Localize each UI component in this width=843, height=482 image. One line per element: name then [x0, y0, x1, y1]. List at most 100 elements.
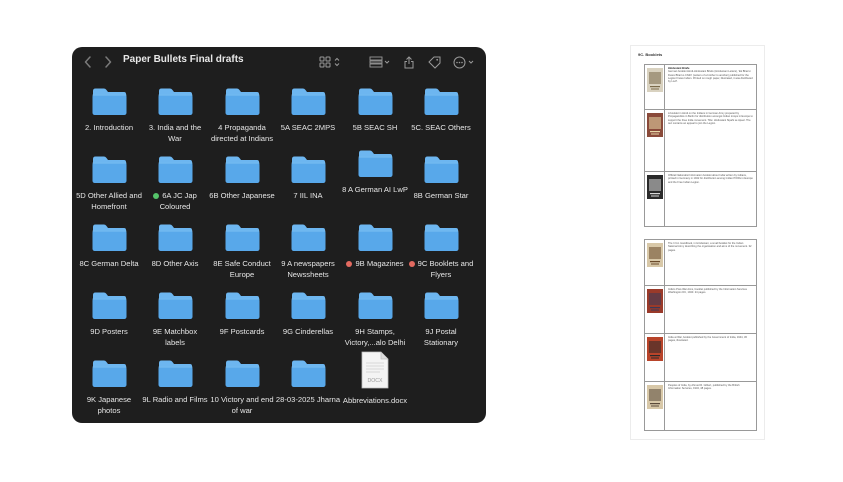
- folder-item[interactable]: 9C Booklets and Flyers: [408, 223, 474, 280]
- folder-item[interactable]: 10 Victory and end of war: [209, 359, 275, 416]
- doc-thumb-cell: [645, 286, 665, 333]
- folder-icon: [357, 223, 394, 252]
- item-label: 9K Japanese photos: [76, 394, 142, 416]
- item-label: 5B SEAC SH: [342, 122, 408, 133]
- folder-item[interactable]: 9E Matchbox labels: [142, 291, 208, 348]
- folder-icon: [224, 223, 261, 252]
- folder-item[interactable]: 8 A German AI LwP: [342, 149, 408, 195]
- document-preview: 9C. Booklets Hindustani Briefe German boo…: [630, 45, 765, 440]
- doc-thumb-cell: [645, 110, 665, 171]
- folder-item[interactable]: 4 Propaganda directed at Indians: [209, 87, 275, 144]
- doc-text: Peoples of India, by Ahmed R. Gilbert, p…: [665, 382, 756, 430]
- doc-row-text: The I.N.A. Handbook, in Hindustani, a sm…: [668, 242, 752, 252]
- folder-icon: [290, 223, 327, 252]
- doc-text: Hindustani Briefe German booklet Hindi-Hi…: [665, 65, 756, 109]
- folder-item[interactable]: 9B Magazines: [342, 223, 408, 269]
- booklet-thumbnail-image: [647, 337, 663, 366]
- doc-row: India's Post-War Aims, booklet published…: [645, 286, 756, 334]
- folder-item[interactable]: 6B Other Japanese: [209, 155, 275, 201]
- item-label-text: 9J Postal Stationary: [423, 327, 459, 347]
- folder-icon: [157, 223, 194, 252]
- folder-icon: [91, 155, 128, 184]
- booklet-thumbnail-image: [647, 243, 663, 272]
- booklet-thumbnail-image: [647, 289, 663, 318]
- folder-item[interactable]: 8E Safe Conduct Europe: [209, 223, 275, 280]
- folder-item[interactable]: 9H Stamps, Victory,...alo Delhi: [342, 291, 408, 348]
- folder-item[interactable]: 5B SEAC SH: [342, 87, 408, 133]
- doc-row-text: India at War, booklet published by the G…: [668, 336, 747, 343]
- folder-icon: [290, 359, 327, 388]
- doc-row: Official Nationalist Information booklet…: [645, 172, 756, 226]
- item-label-text: 9G Cinderellas: [282, 327, 334, 336]
- folder-icon: [290, 155, 327, 184]
- folder-item[interactable]: 6A JC Jap Coloured: [142, 155, 208, 212]
- booklet-thumbnail-image: [647, 113, 663, 142]
- chevron-right-icon[interactable]: [101, 53, 115, 71]
- item-label: 28-03-2025 Jharna: [275, 394, 341, 405]
- item-label: 6B Other Japanese: [209, 190, 275, 201]
- item-label: 9B Magazines: [342, 258, 408, 269]
- folder-item[interactable]: 8C German Delta: [76, 223, 142, 269]
- folder-item[interactable]: 9G Cinderellas: [275, 291, 341, 337]
- item-label: 9F Postcards: [209, 326, 275, 337]
- item-label: 5D Other Allied and Homefront: [76, 190, 142, 212]
- folder-item[interactable]: 9L Radio and Films: [142, 359, 208, 405]
- item-label-text: 5B SEAC SH: [352, 123, 398, 132]
- folder-item[interactable]: 28-03-2025 Jharna: [275, 359, 341, 405]
- item-label-text: 9H Stamps, Victory,...alo Delhi: [344, 327, 406, 347]
- folder-icon: [157, 87, 194, 116]
- folder-icon: [224, 87, 261, 116]
- item-label-text: 9L Radio and Films: [142, 395, 208, 404]
- more-icon[interactable]: [452, 53, 478, 71]
- folder-item[interactable]: 5A SEAC 2MPS: [275, 87, 341, 133]
- item-label-text: 3. India and the War: [148, 123, 202, 143]
- item-label-text: 10 Victory and end of war: [210, 395, 274, 415]
- item-label: 9 A newspapers Newssheets: [275, 258, 341, 280]
- item-label: 9J Postal Stationary: [408, 326, 474, 348]
- grid-view-icon[interactable]: [318, 53, 342, 71]
- item-label: 8 A German AI LwP: [342, 184, 408, 195]
- folder-icon: [157, 155, 194, 184]
- item-label-text: 9E Matchbox labels: [152, 327, 198, 347]
- folder-icon: [91, 87, 128, 116]
- folder-icon: [423, 291, 460, 320]
- item-label: 8E Safe Conduct Europe: [209, 258, 275, 280]
- group-by-icon[interactable]: [368, 53, 392, 71]
- folder-item[interactable]: 8D Other Axis: [142, 223, 208, 269]
- finder-window: Paper Bullets Final drafts 2. Introducti…: [72, 47, 486, 423]
- doc-text: A booklet in Hindi on the Indians in Ger…: [665, 110, 756, 171]
- folder-icon: [290, 87, 327, 116]
- doc-text: India at War, booklet published by the G…: [665, 334, 756, 381]
- doc-row-text: Peoples of India, by Ahmed R. Gilbert, p…: [668, 384, 740, 391]
- item-label-text: 2. Introduction: [84, 123, 134, 132]
- doc-thumb-cell: [645, 382, 665, 430]
- chevron-left-icon[interactable]: [81, 53, 95, 71]
- document-icon: DOCX: [360, 351, 390, 389]
- folder-item[interactable]: 5C. SEAC Others: [408, 87, 474, 133]
- doc-text: The I.N.A. Handbook, in Hindustani, a sm…: [665, 240, 756, 285]
- folder-item[interactable]: 9D Posters: [76, 291, 142, 337]
- share-icon[interactable]: [402, 53, 416, 71]
- folder-item[interactable]: 9K Japanese photos: [76, 359, 142, 416]
- folder-item[interactable]: 2. Introduction: [76, 87, 142, 133]
- item-label: Abbreviations.docx: [342, 395, 408, 406]
- item-label-text: 8B German Star: [413, 191, 469, 200]
- folder-item[interactable]: 5D Other Allied and Homefront: [76, 155, 142, 212]
- doc-table-top: Hindustani Briefe German booklet Hindi-Hi…: [644, 64, 757, 227]
- folder-item[interactable]: 7 IIL INA: [275, 155, 341, 201]
- folder-icon: [157, 359, 194, 388]
- tag-icon[interactable]: [426, 53, 442, 71]
- folder-item[interactable]: 8B German Star: [408, 155, 474, 201]
- item-label: 4 Propaganda directed at Indians: [209, 122, 275, 144]
- item-label-text: 5A SEAC 2MPS: [280, 123, 336, 132]
- folder-item[interactable]: 9 A newspapers Newssheets: [275, 223, 341, 280]
- folder-item[interactable]: 3. India and the War: [142, 87, 208, 144]
- file-item[interactable]: DOCX Abbreviations.docx: [342, 351, 408, 406]
- doc-thumb-cell: [645, 172, 665, 226]
- folder-icon: [357, 149, 394, 178]
- doc-text: India's Post-War Aims, booklet published…: [665, 286, 756, 333]
- item-label: 5A SEAC 2MPS: [275, 122, 341, 133]
- doc-thumb-cell: [645, 65, 665, 109]
- folder-item[interactable]: 9J Postal Stationary: [408, 291, 474, 348]
- folder-item[interactable]: 9F Postcards: [209, 291, 275, 337]
